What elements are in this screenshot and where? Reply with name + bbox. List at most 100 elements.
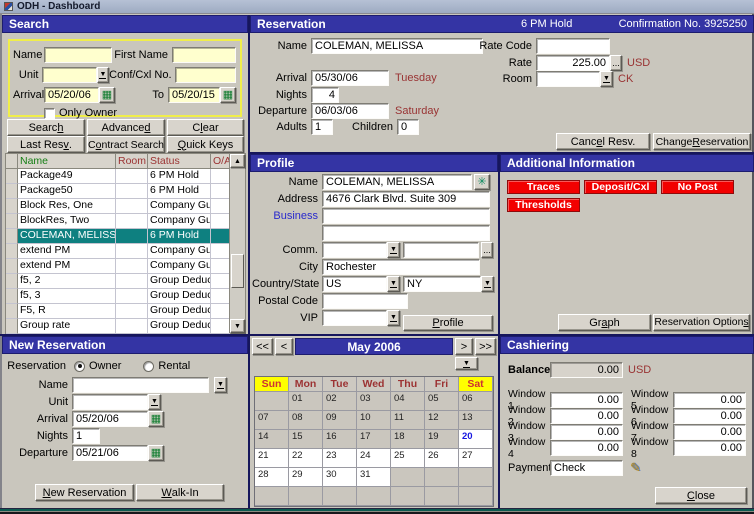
- postal-code-input[interactable]: [322, 293, 408, 309]
- pencil-icon[interactable]: ✎: [630, 460, 641, 476]
- title-bar[interactable]: ODH - Dashboard: [0, 0, 754, 14]
- search-name-input[interactable]: [44, 47, 112, 63]
- search-first-name-input[interactable]: [172, 47, 236, 63]
- business-label[interactable]: Business: [252, 210, 322, 222]
- calendar-prev-year-button[interactable]: <<: [252, 338, 273, 355]
- table-row[interactable]: F5, R Group Deduct: [6, 304, 230, 319]
- calendar-day-cell[interactable]: 30: [323, 468, 357, 487]
- adults-input[interactable]: 1: [311, 119, 333, 135]
- cashier-window-value[interactable]: 0.00: [673, 424, 746, 440]
- comm-type-input[interactable]: [322, 242, 387, 258]
- address-input[interactable]: 4676 Clark Blvd. Suite 309: [322, 191, 490, 207]
- reservation-options-button[interactable]: Reservation Options: [653, 314, 750, 331]
- calendar-day-cell[interactable]: 13: [459, 411, 493, 430]
- table-row[interactable]: Package50 6 PM Hold: [6, 184, 230, 199]
- calendar-day-cell[interactable]: [459, 487, 493, 506]
- country-input[interactable]: US: [322, 276, 387, 292]
- newres-name-input[interactable]: [72, 377, 209, 393]
- vip-dropdown-button[interactable]: ▼: [387, 310, 400, 326]
- vip-input[interactable]: [322, 310, 387, 326]
- calendar-view-dropdown-button[interactable]: ▼: [455, 357, 478, 370]
- calendar-day-cell[interactable]: 14: [255, 430, 289, 449]
- table-row[interactable]: f5, 3 Group Deduct: [6, 289, 230, 304]
- header-status[interactable]: Status: [148, 154, 211, 169]
- newres-name-dropdown-button[interactable]: ▼: [214, 377, 227, 393]
- table-row[interactable]: f5, 2 Group Deduct: [6, 274, 230, 289]
- comm-type-dropdown-button[interactable]: ▼: [387, 242, 400, 258]
- newres-nights-input[interactable]: 1: [72, 428, 100, 444]
- scroll-down-button[interactable]: ▼: [230, 319, 245, 333]
- search-conf-input[interactable]: [175, 67, 236, 83]
- calendar-day-cell[interactable]: [391, 468, 425, 487]
- table-row[interactable]: Block Res, One Company Guara: [6, 199, 230, 214]
- table-row[interactable]: extend PM Company Guara: [6, 244, 230, 259]
- calendar-day-cell[interactable]: 03: [357, 392, 391, 411]
- newres-arrival-input[interactable]: 05/20/06: [72, 411, 148, 427]
- only-owner-checkbox[interactable]: [44, 108, 55, 119]
- walk-in-button[interactable]: Walk-In: [136, 484, 224, 501]
- state-input[interactable]: NY: [403, 276, 481, 292]
- alert-lamp-button[interactable]: Traces: [507, 180, 580, 194]
- header-name[interactable]: Name: [18, 154, 116, 169]
- row-selector-cell[interactable]: [6, 244, 18, 259]
- calendar-day-cell[interactable]: [323, 487, 357, 506]
- calendar-day-cell[interactable]: 18: [391, 430, 425, 449]
- search-arrival-calendar-button[interactable]: ▦: [99, 87, 115, 103]
- table-row[interactable]: BlockRes, Two Company Guara: [6, 214, 230, 229]
- row-selector-cell[interactable]: [6, 274, 18, 289]
- country-dropdown-button[interactable]: ▼: [387, 276, 400, 292]
- row-selector-cell[interactable]: [6, 259, 18, 274]
- row-selector-cell[interactable]: [6, 169, 18, 184]
- nights-input[interactable]: 4: [311, 87, 339, 103]
- row-selector-cell[interactable]: [6, 214, 18, 229]
- row-selector-cell[interactable]: [6, 199, 18, 214]
- calendar-day-cell[interactable]: 12: [425, 411, 459, 430]
- calendar-day-cell[interactable]: 25: [391, 449, 425, 468]
- close-button[interactable]: Close: [655, 487, 747, 504]
- room-dropdown-button[interactable]: ▼: [600, 71, 613, 87]
- state-dropdown-button[interactable]: ▼: [481, 276, 494, 292]
- cashier-window-value[interactable]: 0.00: [550, 424, 623, 440]
- res-name-input[interactable]: COLEMAN, MELISSA: [311, 38, 483, 54]
- scroll-up-button[interactable]: ▲: [230, 154, 245, 168]
- cancel-resv-button[interactable]: Cancel Resv.: [556, 133, 650, 150]
- search-arrival-input[interactable]: 05/20/06: [44, 87, 99, 103]
- room-input[interactable]: [536, 71, 600, 87]
- calendar-day-cell[interactable]: 31: [357, 468, 391, 487]
- change-reservation-button[interactable]: Change Reservation: [653, 133, 751, 150]
- calendar-day-cell[interactable]: 23: [323, 449, 357, 468]
- newres-departure-input[interactable]: 05/21/06: [72, 445, 148, 461]
- calendar-day-cell[interactable]: 05: [425, 392, 459, 411]
- table-row[interactable]: extend PM Company Guara: [6, 259, 230, 274]
- cashier-window-value[interactable]: 0.00: [550, 392, 623, 408]
- calendar-day-cell[interactable]: 17: [357, 430, 391, 449]
- rate-code-input[interactable]: [536, 38, 610, 54]
- cashier-window-value[interactable]: 0.00: [550, 440, 623, 456]
- quick-keys-button[interactable]: Quick Keys: [167, 136, 244, 153]
- header-oa[interactable]: O/A: [211, 154, 230, 169]
- newres-departure-calendar-button[interactable]: ▦: [148, 445, 164, 461]
- alert-lamp-button[interactable]: Deposit/Cxl: [584, 180, 657, 194]
- calendar-prev-month-button[interactable]: <: [275, 338, 293, 355]
- clear-button[interactable]: Clear: [167, 119, 244, 136]
- calendar-day-cell[interactable]: 10: [357, 411, 391, 430]
- calendar-day-cell[interactable]: 28: [255, 468, 289, 487]
- graph-button[interactable]: Graph: [558, 314, 651, 331]
- scrollbar-thumb[interactable]: [231, 254, 244, 288]
- calendar-day-cell[interactable]: [425, 487, 459, 506]
- payment-input[interactable]: Check: [550, 460, 623, 476]
- rental-radio[interactable]: [143, 361, 154, 372]
- profile-name-input[interactable]: COLEMAN, MELISSA: [322, 174, 472, 190]
- profile-lookup-button[interactable]: ✳: [474, 174, 490, 190]
- calendar-day-cell[interactable]: 04: [391, 392, 425, 411]
- alert-lamp-button[interactable]: Thresholds: [507, 198, 580, 212]
- owner-radio[interactable]: [74, 361, 85, 372]
- calendar-day-cell[interactable]: [425, 468, 459, 487]
- newres-arrival-calendar-button[interactable]: ▦: [148, 411, 164, 427]
- calendar-day-cell[interactable]: 19: [425, 430, 459, 449]
- calendar-day-cell[interactable]: 11: [391, 411, 425, 430]
- city-input[interactable]: Rochester: [322, 259, 480, 275]
- row-selector-cell[interactable]: [6, 184, 18, 199]
- newres-unit-input[interactable]: [72, 394, 148, 410]
- row-selector-cell[interactable]: [6, 289, 18, 304]
